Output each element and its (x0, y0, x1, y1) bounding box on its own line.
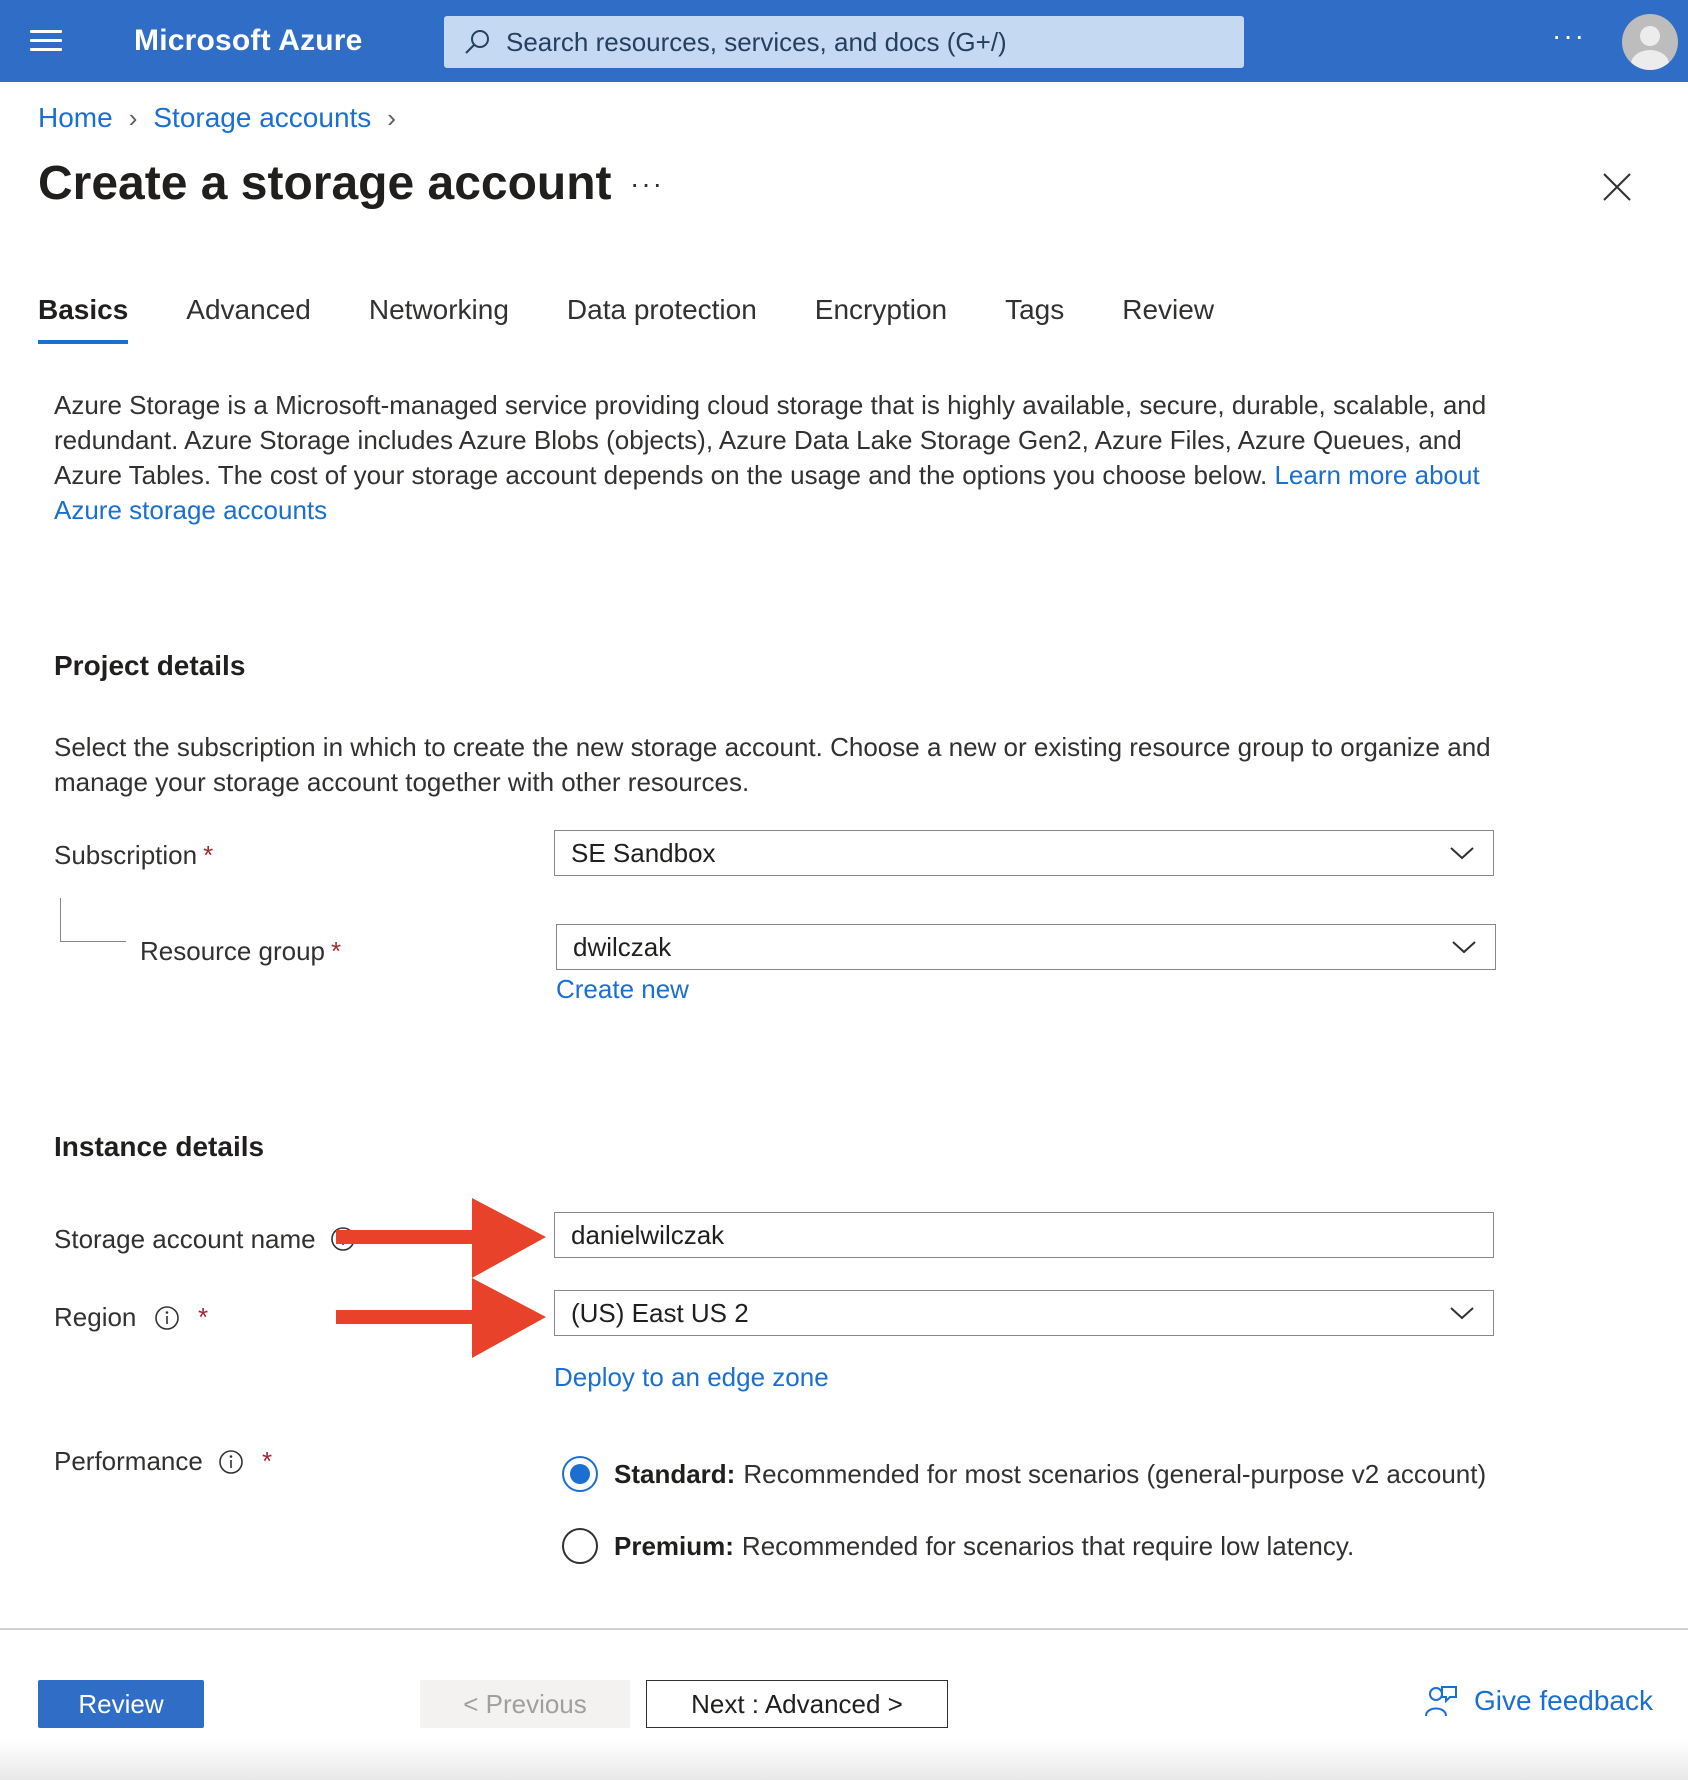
storage-account-name-label: Storage account name (54, 1224, 316, 1254)
performance-premium-option[interactable]: Premium: Recommended for scenarios that … (562, 1528, 1354, 1564)
resource-group-value: dwilczak (573, 931, 672, 962)
resource-group-select[interactable]: dwilczak (556, 924, 1496, 970)
region-value: (US) East US 2 (571, 1297, 749, 1328)
info-icon[interactable] (154, 1305, 180, 1331)
tab-bar: Basics Advanced Networking Data protecti… (38, 294, 1272, 344)
region-select[interactable]: (US) East US 2 (554, 1290, 1494, 1336)
performance-label: Performance (54, 1446, 203, 1477)
standard-name: Standard: (614, 1458, 736, 1489)
feedback-label: Give feedback (1474, 1685, 1653, 1716)
performance-standard-option[interactable]: Standard: Recommended for most scenarios… (562, 1456, 1486, 1492)
subscription-select[interactable]: SE Sandbox (554, 830, 1494, 876)
breadcrumb-home[interactable]: Home (38, 102, 113, 134)
required-mark: * (262, 1446, 273, 1476)
previous-button[interactable]: < Previous (420, 1680, 630, 1728)
annotation-arrow (336, 1278, 546, 1358)
top-bar: Microsoft Azure Search resources, servic… (0, 0, 1688, 82)
review-button[interactable]: Review (38, 1680, 204, 1728)
footer-divider (0, 1628, 1688, 1630)
resource-group-label: Resource group * (140, 936, 341, 967)
deploy-edge-zone-link[interactable]: Deploy to an edge zone (554, 1362, 829, 1393)
storage-account-name-value: danielwilczak (571, 1219, 725, 1250)
required-mark: * (331, 936, 342, 966)
resource-group-label-text: Resource group (140, 936, 325, 966)
subscription-label: Subscription * (54, 840, 213, 871)
user-icon (1631, 26, 1669, 70)
chevron-down-icon (1450, 1307, 1474, 1320)
intro-body: Azure Storage is a Microsoft-managed ser… (54, 390, 1487, 490)
chevron-down-icon (1450, 847, 1474, 860)
tab-basics[interactable]: Basics (38, 294, 129, 344)
title-more-icon[interactable]: ··· (630, 168, 664, 200)
storage-account-name-input[interactable]: danielwilczak (554, 1212, 1494, 1258)
chevron-right-icon: › (387, 102, 396, 133)
subscription-label-text: Subscription (54, 840, 198, 870)
chevron-right-icon: › (128, 102, 138, 133)
tab-review[interactable]: Review (1122, 294, 1214, 344)
tab-encryption[interactable]: Encryption (815, 294, 947, 344)
chevron-down-icon (1452, 941, 1476, 954)
info-icon[interactable] (218, 1449, 244, 1475)
breadcrumb: Home › Storage accounts › (38, 102, 412, 134)
tab-advanced[interactable]: Advanced (186, 294, 311, 344)
window-bottom-edge (0, 1740, 1688, 1780)
tree-connector (60, 898, 126, 942)
intro-text: Azure Storage is a Microsoft-managed ser… (54, 388, 1514, 528)
menu-icon[interactable] (30, 30, 62, 52)
project-description: Select the subscription in which to crea… (54, 732, 1491, 797)
breadcrumb-storage-accounts[interactable]: Storage accounts (153, 102, 371, 134)
annotation-arrow (336, 1198, 546, 1278)
radio-standard[interactable] (562, 1456, 598, 1492)
tab-tags[interactable]: Tags (1005, 294, 1064, 344)
premium-desc: Recommended for scenarios that require l… (741, 1530, 1355, 1561)
tab-data-protection[interactable]: Data protection (567, 294, 757, 344)
subscription-value: SE Sandbox (571, 837, 716, 868)
performance-label-text: Performance (54, 1446, 203, 1476)
more-options-icon[interactable]: ··· (1552, 20, 1586, 52)
region-label-text: Region (54, 1302, 137, 1332)
premium-name: Premium: (614, 1530, 734, 1561)
instance-details-heading: Instance details (54, 1131, 265, 1162)
search-placeholder: Search resources, services, and docs (G+… (506, 26, 1007, 57)
feedback-icon (1425, 1686, 1457, 1717)
required-mark: * (198, 1302, 209, 1332)
project-details-heading: Project details (54, 650, 246, 681)
brand-title[interactable]: Microsoft Azure (134, 24, 363, 58)
standard-desc: Recommended for most scenarios (general-… (743, 1458, 1487, 1489)
region-label: Region (54, 1302, 136, 1333)
radio-premium[interactable] (562, 1528, 598, 1564)
next-advanced-button[interactable]: Next : Advanced > (646, 1680, 948, 1728)
tab-networking[interactable]: Networking (369, 294, 509, 344)
search-icon (465, 30, 489, 54)
avatar[interactable] (1622, 14, 1678, 70)
required-mark: * (203, 840, 214, 870)
close-icon[interactable] (1600, 170, 1634, 204)
search-input[interactable]: Search resources, services, and docs (G+… (444, 16, 1244, 68)
give-feedback-link[interactable]: Give feedback (1424, 1684, 1653, 1718)
create-new-link[interactable]: Create new (556, 974, 689, 1005)
page-title: Create a storage account (38, 157, 612, 210)
